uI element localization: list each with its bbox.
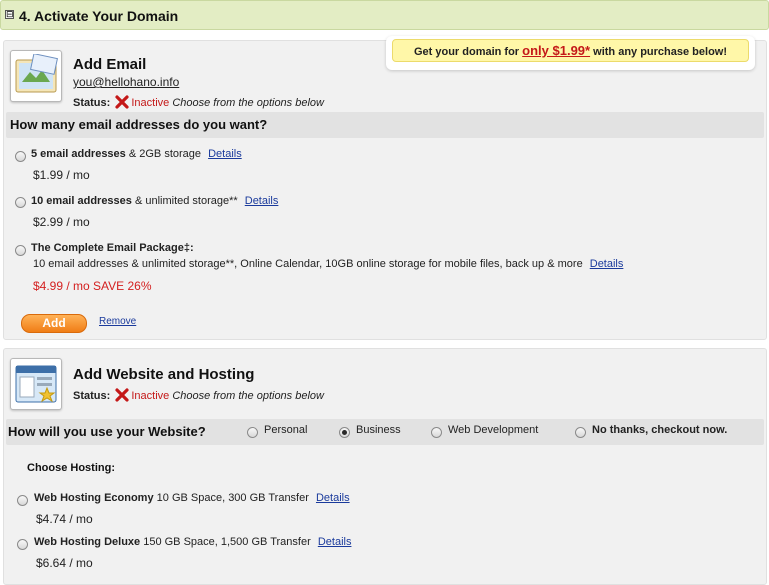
email-question: How many email addresses do you want? xyxy=(10,117,268,132)
collapse-icon[interactable]: ⊟ xyxy=(5,10,14,19)
hosting-deluxe-details-link[interactable]: Details xyxy=(318,536,352,548)
choose-hosting-label: Choose Hosting: xyxy=(27,462,115,474)
email-option-2-price: $2.99 / mo xyxy=(33,215,90,229)
email-title: Add Email xyxy=(73,56,147,73)
email-option-1: 5 email addresses & 2GB storage Details xyxy=(31,148,242,160)
email-option-2-details-link[interactable]: Details xyxy=(245,195,279,207)
hosting-deluxe: Web Hosting Deluxe 150 GB Space, 1,500 G… xyxy=(34,536,352,548)
hosting-deluxe-radio[interactable] xyxy=(17,539,28,550)
hosting-economy: Web Hosting Economy 10 GB Space, 300 GB … xyxy=(34,492,350,504)
use-business-radio[interactable] xyxy=(339,427,350,438)
use-webdev-radio[interactable] xyxy=(431,427,442,438)
website-question: How will you use your Website? xyxy=(8,424,206,439)
hosting-economy-details-link[interactable]: Details xyxy=(316,492,350,504)
email-status: Status: Inactive Choose from the options… xyxy=(73,95,324,109)
email-option-1-details-link[interactable]: Details xyxy=(208,148,242,160)
website-status: Status: Inactive Choose from the options… xyxy=(73,388,324,402)
website-product-icon xyxy=(10,358,62,410)
remove-email-link[interactable]: Remove xyxy=(99,316,136,327)
website-panel xyxy=(3,348,767,585)
no-thanks-label: No thanks, checkout now. xyxy=(592,424,728,436)
inactive-x-icon xyxy=(115,388,129,402)
email-product-icon xyxy=(10,50,62,102)
promo-price[interactable]: only $1.99* xyxy=(522,43,590,58)
email-question-bar: How many email addresses do you want? xyxy=(6,112,764,138)
hosting-economy-radio[interactable] xyxy=(17,495,28,506)
email-option-3-price: $4.99 / mo SAVE 26% xyxy=(33,279,152,293)
email-option-2: 10 email addresses & unlimited storage**… xyxy=(31,195,279,207)
promo-text: Get your domain for only $1.99* with any… xyxy=(392,39,749,62)
email-option-radio-2[interactable] xyxy=(15,197,26,208)
hosting-deluxe-price: $6.64 / mo xyxy=(36,556,93,570)
email-option-radio-3[interactable] xyxy=(15,245,26,256)
email-option-3-description: 10 email addresses & unlimited storage**… xyxy=(33,258,624,270)
section-title: 4. Activate Your Domain xyxy=(19,8,179,24)
use-personal-label: Personal xyxy=(264,424,308,436)
inactive-x-icon xyxy=(115,95,129,109)
email-address-link[interactable]: you@hellohano.info xyxy=(73,75,179,89)
email-option-1-price: $1.99 / mo xyxy=(33,168,90,182)
website-title: Add Website and Hosting xyxy=(73,366,255,383)
use-webdev-label: Web Development xyxy=(448,424,539,436)
no-thanks-radio[interactable] xyxy=(575,427,586,438)
hosting-economy-price: $4.74 / mo xyxy=(36,512,93,526)
email-option-3: The Complete Email Package‡: xyxy=(31,242,194,254)
use-business-label: Business xyxy=(356,424,401,436)
section-header: ⊟ 4. Activate Your Domain xyxy=(0,0,769,30)
use-personal-radio[interactable] xyxy=(247,427,258,438)
promo-banner: Get your domain for only $1.99* with any… xyxy=(386,36,755,70)
email-option-radio-1[interactable] xyxy=(15,151,26,162)
add-email-button[interactable]: Add xyxy=(21,314,87,333)
email-option-3-details-link[interactable]: Details xyxy=(590,258,624,270)
